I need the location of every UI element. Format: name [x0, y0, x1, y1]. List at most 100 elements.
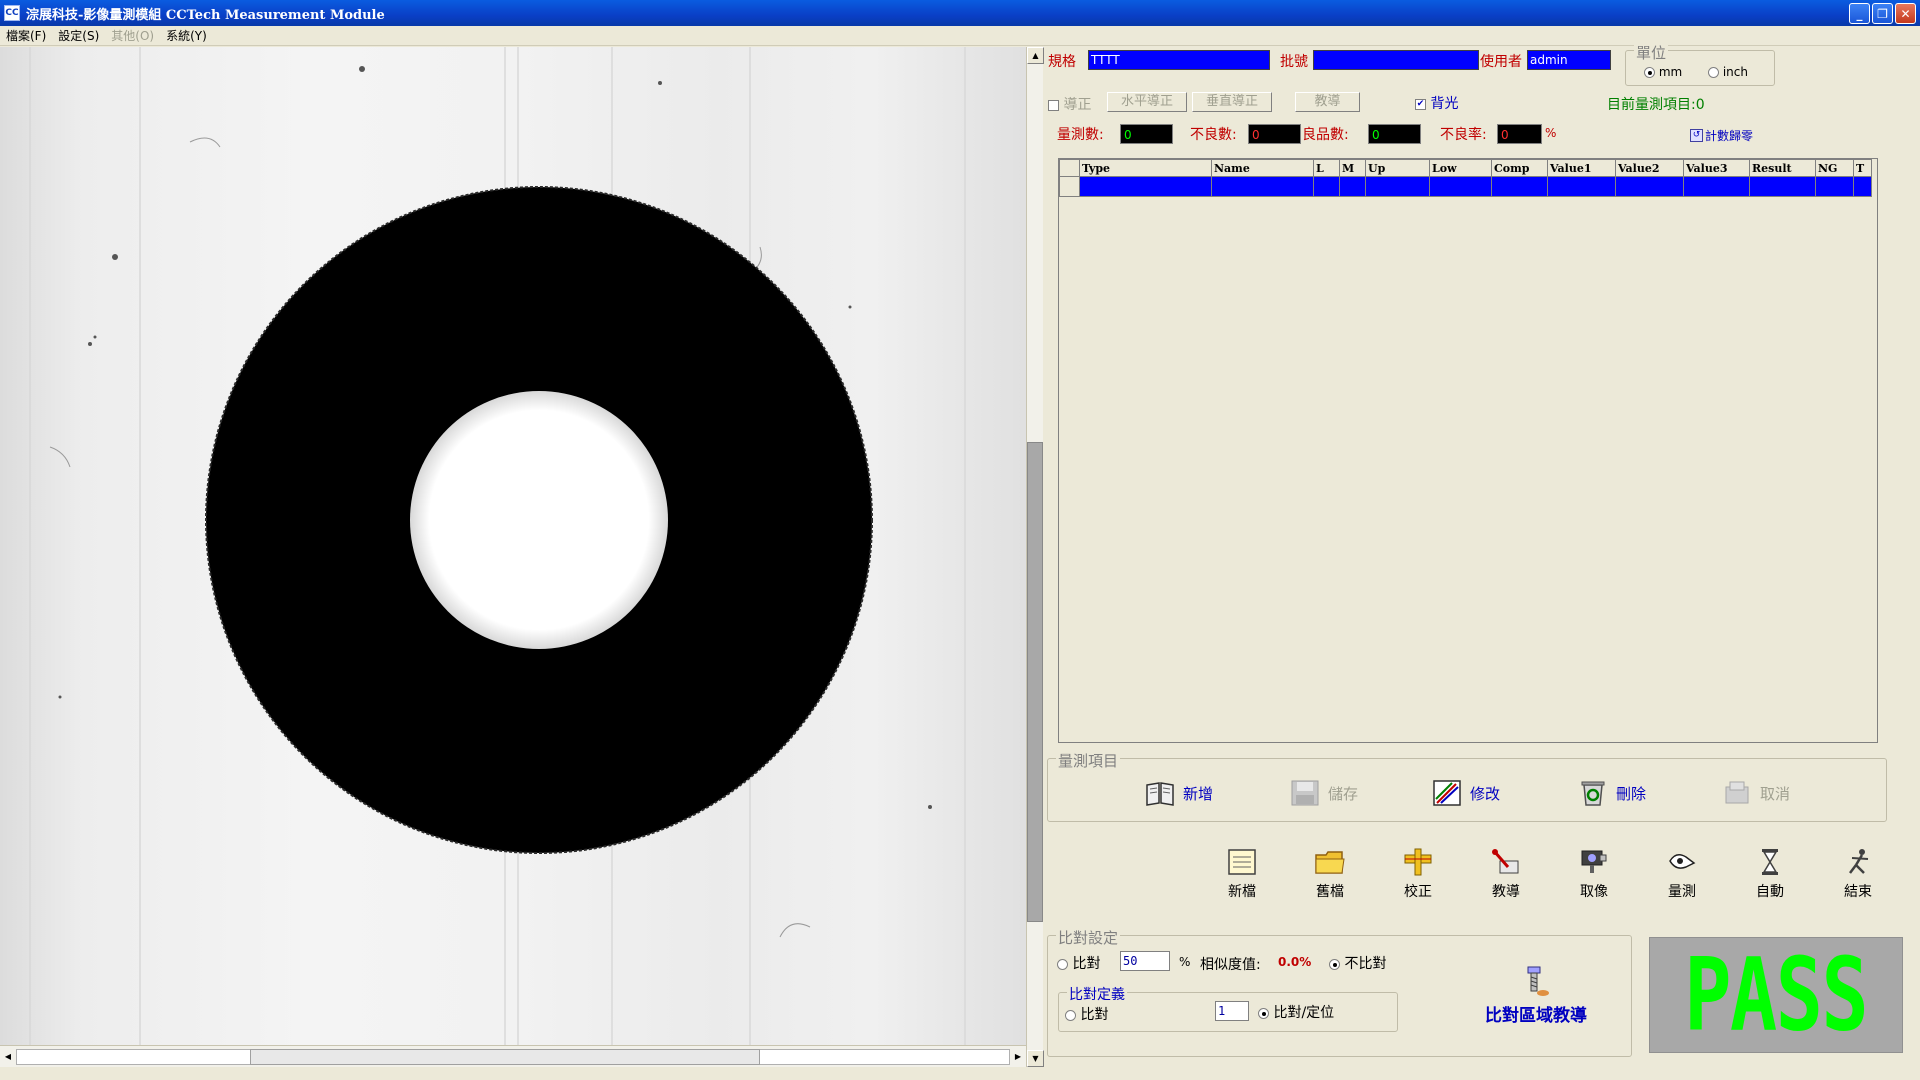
- camera-image: [29, 47, 966, 1045]
- define-locate-label: 比對/定位: [1273, 1005, 1335, 1021]
- define-locate-radio[interactable]: [1258, 1007, 1269, 1019]
- scroll-up-arrow[interactable]: ▲: [1027, 47, 1044, 64]
- compare-label: 比對: [1072, 956, 1101, 972]
- no-compare-radio[interactable]: [1329, 958, 1340, 970]
- backlight-checkbox[interactable]: ✔ 背光: [1415, 93, 1458, 113]
- define-locate-option[interactable]: 比對/定位: [1258, 1002, 1334, 1022]
- col-low[interactable]: Low: [1429, 159, 1492, 177]
- menu-settings[interactable]: 設定(S): [58, 27, 99, 44]
- maximize-button[interactable]: ❐: [1872, 3, 1893, 24]
- user-label: 使用者: [1480, 54, 1522, 70]
- unit-inch-radio[interactable]: [1708, 67, 1719, 78]
- calibrate-tool[interactable]: 校正: [1388, 847, 1448, 902]
- horizontal-scrollbar[interactable]: ◀ ▶: [0, 1045, 1026, 1067]
- unit-mm-option[interactable]: mm: [1644, 65, 1682, 79]
- scroll-down-arrow[interactable]: ▼: [1027, 1050, 1044, 1067]
- auto-tool[interactable]: 自動: [1740, 847, 1800, 902]
- col-type[interactable]: Type: [1079, 159, 1212, 177]
- col-t[interactable]: T: [1853, 159, 1872, 177]
- measure-count-value: 0: [1120, 124, 1173, 144]
- region-teach-button[interactable]: 比對區域教導: [1485, 965, 1587, 1026]
- add-item-button[interactable]: 新增: [1145, 779, 1213, 807]
- measurement-table[interactable]: Type Name L M Up Low Comp Value1 Value2 …: [1058, 158, 1878, 743]
- similarity-label: 相似度值:: [1200, 957, 1261, 973]
- col-ng[interactable]: NG: [1815, 159, 1854, 177]
- new-file-tool[interactable]: 新檔: [1212, 847, 1272, 902]
- table-cell[interactable]: [1211, 176, 1314, 197]
- table-cell[interactable]: [1615, 176, 1684, 197]
- reset-counter-button[interactable]: ↺ 計數歸零: [1690, 127, 1753, 144]
- unit-inch-option[interactable]: inch: [1708, 65, 1748, 79]
- control-panel: 規格 TTTT 批號 使用者 admin 單位 mm inch 導正 水平導正 …: [1045, 42, 1920, 1080]
- table-header-row: Type Name L M Up Low Comp Value1 Value2 …: [1059, 159, 1872, 177]
- col-value3[interactable]: Value3: [1683, 159, 1750, 177]
- table-cell[interactable]: [1491, 176, 1548, 197]
- correction-check[interactable]: [1048, 99, 1059, 111]
- result-text: PASS: [1684, 936, 1869, 1054]
- compare-percent-sign: %: [1179, 955, 1191, 969]
- scroll-right-arrow[interactable]: ▶: [1010, 1048, 1026, 1065]
- table-cell[interactable]: [1365, 176, 1430, 197]
- col-name[interactable]: Name: [1211, 159, 1314, 177]
- open-file-tool[interactable]: 舊檔: [1300, 847, 1360, 902]
- table-cell[interactable]: [1749, 176, 1816, 197]
- horizontal-scroll-thumb[interactable]: [250, 1049, 760, 1065]
- teach-tool[interactable]: 教導: [1476, 847, 1536, 902]
- user-field[interactable]: admin: [1527, 50, 1611, 70]
- measure-tool[interactable]: 量測: [1652, 847, 1712, 902]
- horizontal-correction-button[interactable]: 水平導正: [1107, 92, 1187, 112]
- compare-radio[interactable]: [1057, 958, 1068, 970]
- menu-file[interactable]: 檔案(F): [6, 27, 46, 44]
- minimize-button[interactable]: _: [1849, 3, 1870, 24]
- close-button[interactable]: ✕: [1895, 3, 1916, 24]
- menu-other[interactable]: 其他(O): [111, 27, 154, 44]
- table-cell[interactable]: [1079, 176, 1212, 197]
- table-cell[interactable]: [1683, 176, 1750, 197]
- reset-icon: ↺: [1690, 129, 1703, 142]
- delete-item-button[interactable]: 刪除: [1578, 779, 1646, 807]
- row-header[interactable]: [1059, 176, 1080, 197]
- table-cell[interactable]: [1313, 176, 1340, 197]
- define-compare-radio[interactable]: [1065, 1009, 1076, 1021]
- table-cell[interactable]: [1429, 176, 1492, 197]
- folder-icon: [1315, 851, 1345, 874]
- lot-field[interactable]: [1313, 50, 1479, 70]
- cancel-item-button[interactable]: 取消: [1722, 779, 1790, 807]
- col-up[interactable]: Up: [1365, 159, 1430, 177]
- no-compare-option[interactable]: 不比對: [1329, 953, 1386, 973]
- spec-field[interactable]: TTTT: [1088, 50, 1270, 70]
- table-cell[interactable]: [1853, 176, 1872, 197]
- exit-tool[interactable]: 結束: [1828, 847, 1888, 902]
- unit-mm-radio[interactable]: [1644, 67, 1655, 78]
- col-comp[interactable]: Comp: [1491, 159, 1548, 177]
- capture-tool[interactable]: 取像: [1564, 847, 1624, 902]
- exit-icon: [1849, 849, 1869, 874]
- compare-threshold-input[interactable]: [1120, 951, 1170, 971]
- compare-settings-title: 比對設定: [1056, 927, 1121, 948]
- window-title: 淙展科技-影像量測模組 CCTech Measurement Module: [26, 7, 385, 23]
- col-value1[interactable]: Value1: [1547, 159, 1616, 177]
- menu-system[interactable]: 系統(Y): [166, 27, 207, 44]
- col-l[interactable]: L: [1313, 159, 1340, 177]
- teach-label: 教導: [1492, 884, 1520, 900]
- vertical-scroll-thumb[interactable]: [1027, 442, 1043, 922]
- define-compare-option[interactable]: 比對: [1065, 1004, 1108, 1024]
- table-cell[interactable]: [1547, 176, 1616, 197]
- camera-image-view[interactable]: [0, 47, 1026, 1045]
- table-row[interactable]: [1059, 176, 1872, 197]
- table-cell[interactable]: [1339, 176, 1366, 197]
- correction-checkbox[interactable]: 導正: [1048, 94, 1091, 114]
- edit-item-button[interactable]: 修改: [1432, 779, 1500, 807]
- compare-option[interactable]: 比對: [1057, 953, 1100, 973]
- teach-correction-button[interactable]: 教導: [1295, 92, 1360, 112]
- scroll-left-arrow[interactable]: ◀: [0, 1048, 16, 1065]
- save-item-button[interactable]: 儲存: [1290, 779, 1358, 807]
- col-result[interactable]: Result: [1749, 159, 1816, 177]
- backlight-check[interactable]: ✔: [1415, 98, 1426, 110]
- table-cell[interactable]: [1815, 176, 1854, 197]
- vertical-scrollbar[interactable]: ▲ ▼: [1026, 47, 1044, 1067]
- col-m[interactable]: M: [1339, 159, 1366, 177]
- col-value2[interactable]: Value2: [1615, 159, 1684, 177]
- define-value-input[interactable]: [1215, 1001, 1249, 1021]
- vertical-correction-button[interactable]: 垂直導正: [1192, 92, 1272, 112]
